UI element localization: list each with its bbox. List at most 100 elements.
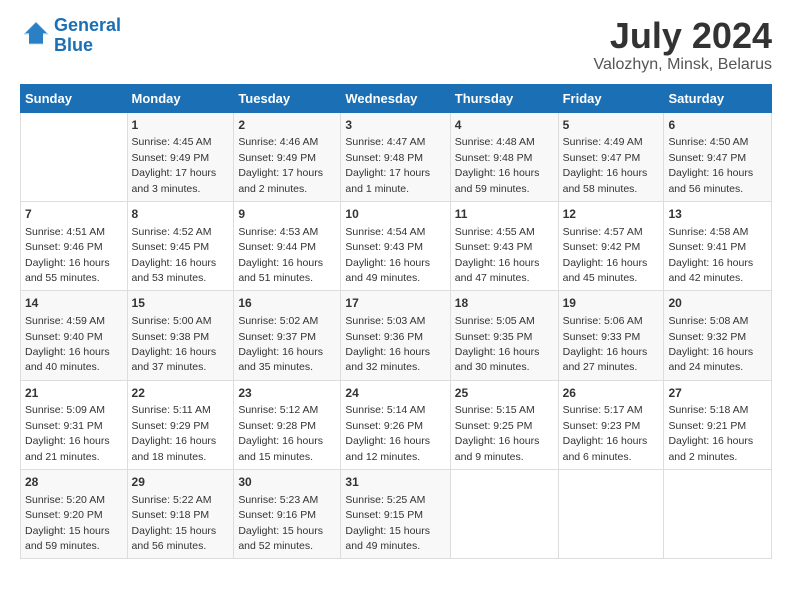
day-cell: 28Sunrise: 5:20 AM Sunset: 9:20 PM Dayli… — [21, 470, 128, 559]
day-cell — [21, 112, 128, 201]
day-cell: 12 Sunrise: 4:57 AM Sunset: 9:42 PM Dayli… — [558, 201, 664, 290]
day-info: Sunrise: 5:20 AM Sunset: 9:20 PM Dayligh… — [25, 494, 110, 552]
col-header-monday: Monday — [127, 84, 234, 112]
day-info: Sunrise: 4:58 AM Sunset: 9:41 PM Dayligh… — [668, 226, 753, 284]
day-number: 20 — [668, 295, 767, 312]
logo: General Blue — [20, 16, 121, 56]
day-info: Sunrise: 5:09 AM Sunset: 9:31 PM Dayligh… — [25, 404, 110, 462]
col-header-thursday: Thursday — [450, 84, 558, 112]
day-cell: 16 Sunrise: 5:02 AM Sunset: 9:37 PM Dayli… — [234, 291, 341, 380]
day-number: 16 — [238, 295, 336, 312]
day-cell: 7 Sunrise: 4:51 AM Sunset: 9:46 PM Daylig… — [21, 201, 128, 290]
day-number: 10 — [345, 206, 445, 223]
day-number: 11 — [455, 206, 554, 223]
col-header-tuesday: Tuesday — [234, 84, 341, 112]
col-header-wednesday: Wednesday — [341, 84, 450, 112]
day-cell: 23Sunrise: 5:12 AM Sunset: 9:28 PM Dayli… — [234, 380, 341, 469]
page: General Blue July 2024 Valozhyn, Minsk, … — [0, 0, 792, 569]
calendar-table: SundayMondayTuesdayWednesdayThursdayFrid… — [20, 84, 772, 560]
day-cell — [558, 470, 664, 559]
day-number: 24 — [345, 385, 445, 402]
week-row-1: 7 Sunrise: 4:51 AM Sunset: 9:46 PM Daylig… — [21, 201, 772, 290]
day-cell: 29Sunrise: 5:22 AM Sunset: 9:18 PM Dayli… — [127, 470, 234, 559]
day-info: Sunrise: 5:08 AM Sunset: 9:32 PM Dayligh… — [668, 315, 753, 373]
day-cell: 30 Sunrise: 5:23 AM Sunset: 9:16 PM Dayli… — [234, 470, 341, 559]
day-number: 15 — [132, 295, 230, 312]
day-number: 6 — [668, 117, 767, 134]
day-cell: 20 Sunrise: 5:08 AM Sunset: 9:32 PM Dayli… — [664, 291, 772, 380]
day-number: 5 — [563, 117, 660, 134]
day-cell: 18 Sunrise: 5:05 AM Sunset: 9:35 PM Dayli… — [450, 291, 558, 380]
day-info: Sunrise: 4:45 AM Sunset: 9:49 PM Dayligh… — [132, 136, 217, 194]
day-number: 13 — [668, 206, 767, 223]
week-row-2: 14Sunrise: 4:59 AM Sunset: 9:40 PM Dayli… — [21, 291, 772, 380]
day-number: 19 — [563, 295, 660, 312]
week-row-3: 21Sunrise: 5:09 AM Sunset: 9:31 PM Dayli… — [21, 380, 772, 469]
day-info: Sunrise: 4:59 AM Sunset: 9:40 PM Dayligh… — [25, 315, 110, 373]
day-number: 31 — [345, 474, 445, 491]
day-info: Sunrise: 5:14 AM Sunset: 9:26 PM Dayligh… — [345, 404, 430, 462]
day-cell: 8Sunrise: 4:52 AM Sunset: 9:45 PM Daylig… — [127, 201, 234, 290]
day-cell: 31 Sunrise: 5:25 AM Sunset: 9:15 PM Dayli… — [341, 470, 450, 559]
day-info: Sunrise: 5:23 AM Sunset: 9:16 PM Dayligh… — [238, 494, 323, 552]
day-cell: 3 Sunrise: 4:47 AM Sunset: 9:48 PM Daylig… — [341, 112, 450, 201]
logo-icon — [22, 19, 50, 47]
day-info: Sunrise: 4:55 AM Sunset: 9:43 PM Dayligh… — [455, 226, 540, 284]
day-number: 26 — [563, 385, 660, 402]
col-header-saturday: Saturday — [664, 84, 772, 112]
day-cell: 14Sunrise: 4:59 AM Sunset: 9:40 PM Dayli… — [21, 291, 128, 380]
day-number: 3 — [345, 117, 445, 134]
day-info: Sunrise: 4:48 AM Sunset: 9:48 PM Dayligh… — [455, 136, 540, 194]
day-number: 30 — [238, 474, 336, 491]
day-info: Sunrise: 5:11 AM Sunset: 9:29 PM Dayligh… — [132, 404, 217, 462]
week-row-0: 1Sunrise: 4:45 AM Sunset: 9:49 PM Daylig… — [21, 112, 772, 201]
day-number: 27 — [668, 385, 767, 402]
day-cell: 10 Sunrise: 4:54 AM Sunset: 9:43 PM Dayli… — [341, 201, 450, 290]
day-info: Sunrise: 4:57 AM Sunset: 9:42 PM Dayligh… — [563, 226, 648, 284]
day-info: Sunrise: 4:52 AM Sunset: 9:45 PM Dayligh… — [132, 226, 217, 284]
day-info: Sunrise: 4:51 AM Sunset: 9:46 PM Dayligh… — [25, 226, 110, 284]
day-cell: 22 Sunrise: 5:11 AM Sunset: 9:29 PM Dayli… — [127, 380, 234, 469]
day-info: Sunrise: 5:05 AM Sunset: 9:35 PM Dayligh… — [455, 315, 540, 373]
col-header-sunday: Sunday — [21, 84, 128, 112]
day-cell: 4Sunrise: 4:48 AM Sunset: 9:48 PM Daylig… — [450, 112, 558, 201]
day-info: Sunrise: 5:00 AM Sunset: 9:38 PM Dayligh… — [132, 315, 217, 373]
day-info: Sunrise: 5:02 AM Sunset: 9:37 PM Dayligh… — [238, 315, 323, 373]
day-cell: 1Sunrise: 4:45 AM Sunset: 9:49 PM Daylig… — [127, 112, 234, 201]
day-cell: 27Sunrise: 5:18 AM Sunset: 9:21 PM Dayli… — [664, 380, 772, 469]
day-cell: 6 Sunrise: 4:50 AM Sunset: 9:47 PM Daylig… — [664, 112, 772, 201]
day-number: 22 — [132, 385, 230, 402]
day-info: Sunrise: 5:15 AM Sunset: 9:25 PM Dayligh… — [455, 404, 540, 462]
day-info: Sunrise: 5:06 AM Sunset: 9:33 PM Dayligh… — [563, 315, 648, 373]
day-cell: 25 Sunrise: 5:15 AM Sunset: 9:25 PM Dayli… — [450, 380, 558, 469]
day-cell: 15 Sunrise: 5:00 AM Sunset: 9:38 PM Dayli… — [127, 291, 234, 380]
day-info: Sunrise: 4:50 AM Sunset: 9:47 PM Dayligh… — [668, 136, 753, 194]
subtitle: Valozhyn, Minsk, Belarus — [594, 56, 772, 74]
header-row: SundayMondayTuesdayWednesdayThursdayFrid… — [21, 84, 772, 112]
day-number: 12 — [563, 206, 660, 223]
title-block: July 2024 Valozhyn, Minsk, Belarus — [594, 16, 772, 74]
day-cell: 13 Sunrise: 4:58 AM Sunset: 9:41 PM Dayli… — [664, 201, 772, 290]
day-info: Sunrise: 4:47 AM Sunset: 9:48 PM Dayligh… — [345, 136, 430, 194]
day-cell: 26Sunrise: 5:17 AM Sunset: 9:23 PM Dayli… — [558, 380, 664, 469]
week-row-4: 28Sunrise: 5:20 AM Sunset: 9:20 PM Dayli… — [21, 470, 772, 559]
logo-text: General Blue — [54, 16, 121, 56]
day-info: Sunrise: 4:54 AM Sunset: 9:43 PM Dayligh… — [345, 226, 430, 284]
day-cell — [664, 470, 772, 559]
day-cell: 21Sunrise: 5:09 AM Sunset: 9:31 PM Dayli… — [21, 380, 128, 469]
day-number: 9 — [238, 206, 336, 223]
day-number: 18 — [455, 295, 554, 312]
day-cell: 19 Sunrise: 5:06 AM Sunset: 9:33 PM Dayli… — [558, 291, 664, 380]
day-cell: 5Sunrise: 4:49 AM Sunset: 9:47 PM Daylig… — [558, 112, 664, 201]
day-number: 7 — [25, 206, 123, 223]
day-number: 2 — [238, 117, 336, 134]
day-info: Sunrise: 5:25 AM Sunset: 9:15 PM Dayligh… — [345, 494, 430, 552]
day-cell — [450, 470, 558, 559]
day-info: Sunrise: 5:22 AM Sunset: 9:18 PM Dayligh… — [132, 494, 217, 552]
day-info: Sunrise: 5:12 AM Sunset: 9:28 PM Dayligh… — [238, 404, 323, 462]
day-info: Sunrise: 4:53 AM Sunset: 9:44 PM Dayligh… — [238, 226, 323, 284]
header: General Blue July 2024 Valozhyn, Minsk, … — [20, 16, 772, 74]
col-header-friday: Friday — [558, 84, 664, 112]
day-cell: 17Sunrise: 5:03 AM Sunset: 9:36 PM Dayli… — [341, 291, 450, 380]
day-number: 25 — [455, 385, 554, 402]
